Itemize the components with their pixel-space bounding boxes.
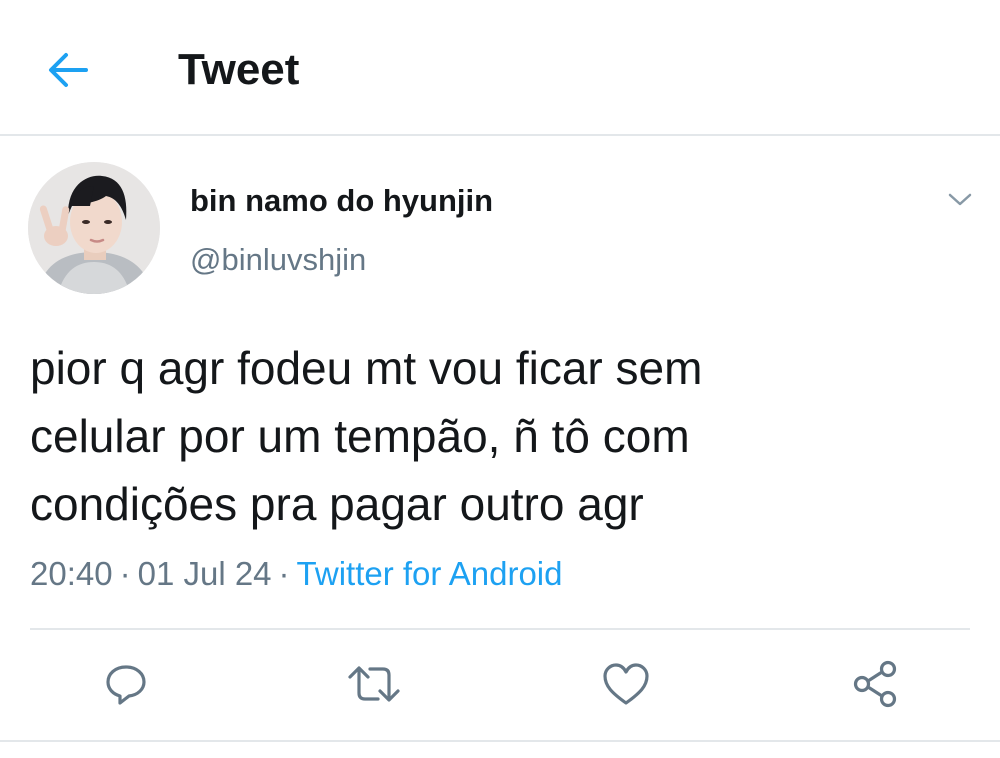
like-icon — [603, 663, 649, 705]
like-button[interactable] — [598, 656, 654, 712]
divider — [0, 740, 1000, 742]
reply-icon — [106, 665, 146, 705]
back-button[interactable] — [40, 44, 96, 96]
author-handle[interactable]: @binluvshjin — [190, 240, 366, 280]
page-title: Tweet — [178, 45, 300, 94]
tweet-date: 01 Jul 24 — [137, 555, 272, 592]
tweet-text: pior q agr fodeu mt vou ficar sem celula… — [30, 334, 970, 538]
tweet-source-link[interactable]: Twitter for Android — [297, 555, 563, 592]
avatar[interactable] — [28, 162, 160, 294]
chevron-down-icon — [948, 193, 972, 206]
retweet-icon — [348, 666, 400, 702]
tweet-text-line: condições pra pagar outro agr — [30, 478, 644, 530]
reply-button[interactable] — [98, 656, 154, 712]
top-app-bar: Tweet — [0, 0, 1000, 136]
tweet-detail-screen: Tweet bin namo do hyunjin @binluvshjin p… — [0, 0, 1000, 758]
share-button[interactable] — [848, 656, 904, 712]
meta-separator: · — [278, 555, 290, 592]
retweet-button[interactable] — [346, 656, 402, 712]
tweet-text-line: pior q agr fodeu mt vou ficar sem — [30, 342, 703, 394]
more-options-button[interactable] — [940, 182, 980, 218]
tweet-time: 20:40 — [30, 555, 113, 592]
tweet-metadata: 20:40 · 01 Jul 24 · Twitter for Android — [30, 552, 562, 596]
tweet-text-line: celular por um tempão, ñ tô com — [30, 410, 690, 462]
profile-photo — [28, 162, 160, 294]
arrow-left-icon — [49, 53, 88, 87]
author-display-name[interactable]: bin namo do hyunjin — [190, 182, 493, 220]
divider — [30, 628, 970, 630]
share-icon — [853, 660, 897, 708]
meta-separator: · — [119, 555, 131, 592]
